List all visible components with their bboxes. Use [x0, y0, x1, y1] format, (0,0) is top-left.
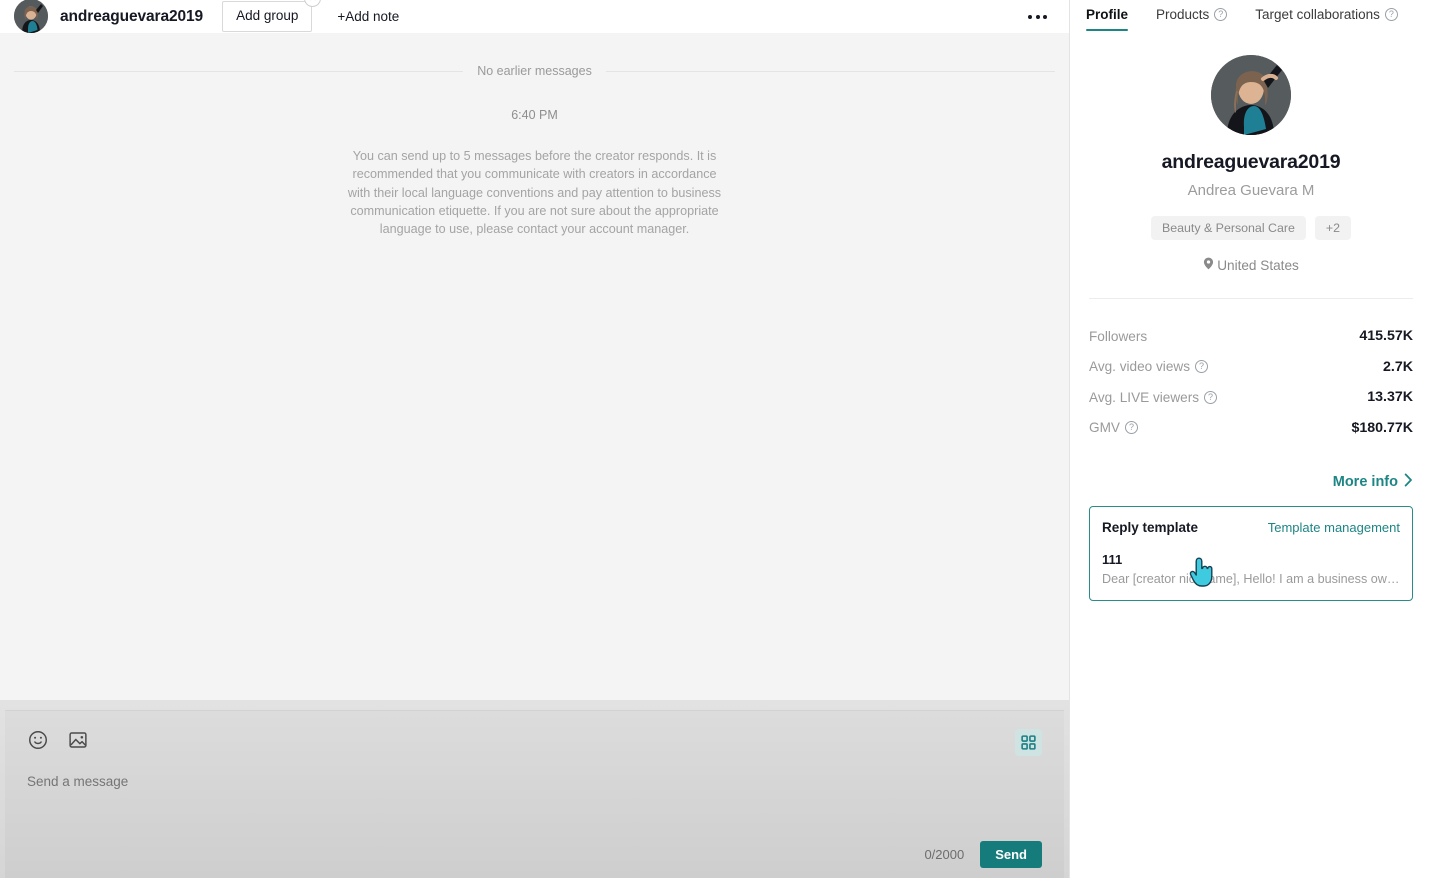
message-composer: 0/2000 Send	[5, 710, 1064, 878]
help-icon[interactable]: ?	[1195, 360, 1208, 374]
divider-label: No earlier messages	[477, 64, 592, 78]
chat-panel: andreaguevara2019 Add group ✕ +Add note …	[0, 0, 1070, 878]
help-icon[interactable]: ?	[1204, 390, 1218, 404]
reply-template-header: Reply template Template management	[1102, 520, 1400, 535]
profile-stats: Followers 415.57K Avg. video views ? 2.7…	[1089, 321, 1413, 443]
profile-username: andreaguevara2019	[1161, 151, 1341, 173]
chevron-right-icon	[1404, 473, 1413, 491]
message-input[interactable]	[27, 774, 1042, 789]
composer-zone: 0/2000 Send	[0, 700, 1069, 878]
tab-products[interactable]: Products ?	[1156, 7, 1228, 31]
stat-label-text: Avg. LIVE viewers	[1089, 389, 1200, 405]
profile-real-name: Andrea Guevara M	[1187, 182, 1315, 199]
profile-location-label: United States	[1217, 257, 1299, 273]
character-counter: 0/2000	[924, 847, 965, 862]
stat-label-text: Avg. video views	[1089, 359, 1190, 375]
composer-toolbar	[27, 729, 1042, 756]
tab-profile-label: Profile	[1086, 7, 1129, 22]
stat-label: Avg. video views ?	[1089, 359, 1208, 374]
reply-template-item-name: 111	[1102, 552, 1123, 567]
stat-row-avg-video-views: Avg. video views ? 2.7K	[1089, 352, 1413, 383]
reply-template-item-preview: Dear [creator nickname], Hello! I am a b…	[1102, 572, 1400, 586]
add-group-button[interactable]: Add group	[222, 1, 313, 32]
profile-location: United States	[1089, 257, 1413, 273]
stat-label: Avg. LIVE viewers ?	[1089, 389, 1218, 405]
message-timestamp: 6:40 PM	[511, 108, 558, 122]
avatar[interactable]	[14, 0, 48, 33]
add-note-button[interactable]: +Add note	[337, 9, 399, 24]
tag-category: Beauty & Personal Care	[1150, 216, 1306, 240]
tab-target-collaborations[interactable]: Target collaborations ?	[1255, 7, 1398, 31]
stat-label-text: Followers	[1089, 328, 1148, 344]
stat-row-followers: Followers 415.57K	[1089, 321, 1413, 352]
stat-value: 13.37K	[1367, 389, 1413, 406]
profile-tags: Beauty & Personal Care +2	[1089, 216, 1413, 240]
chat-header: andreaguevara2019 Add group ✕ +Add note	[0, 0, 1069, 33]
stat-row-gmv: GMV ? $180.77K	[1089, 413, 1413, 444]
more-horizontal-icon[interactable]	[1022, 7, 1053, 27]
help-icon[interactable]: ?	[1214, 8, 1228, 21]
tab-profile[interactable]: Profile	[1086, 7, 1129, 31]
stat-row-avg-live-viewers: Avg. LIVE viewers ? 13.37K	[1089, 382, 1413, 413]
more-info-label: More info	[1332, 474, 1398, 490]
help-icon[interactable]: ?	[1124, 421, 1138, 435]
reply-template-title: Reply template	[1102, 520, 1199, 535]
divider-line-left	[14, 70, 464, 72]
stat-value: 2.7K	[1383, 358, 1413, 375]
stat-label: Followers	[1089, 329, 1147, 344]
avatar	[1211, 55, 1291, 135]
help-icon[interactable]: ?	[1384, 8, 1398, 21]
message-list: No earlier messages 6:40 PM You can send…	[0, 33, 1069, 700]
reply-template-card[interactable]: Reply template Template management 111 D…	[1089, 506, 1413, 601]
grid-apps-icon[interactable]	[1015, 729, 1042, 756]
image-icon[interactable]	[67, 729, 89, 756]
composer-footer: 0/2000 Send	[924, 841, 1042, 868]
emoji-smiley-icon[interactable]	[27, 729, 49, 756]
tab-products-label: Products	[1156, 7, 1210, 22]
stat-value: 415.57K	[1359, 328, 1413, 345]
tag-overflow-count[interactable]: +2	[1314, 216, 1352, 240]
send-button[interactable]: Send	[980, 841, 1042, 868]
profile-panel: Profile Products ? Target collaborations…	[1070, 0, 1432, 878]
no-earlier-messages-divider: No earlier messages	[0, 64, 1069, 78]
stat-label-text: GMV	[1089, 420, 1120, 436]
profile-body: andreaguevara2019 Andrea Guevara M Beaut…	[1070, 55, 1432, 601]
app-root: andreaguevara2019 Add group ✕ +Add note …	[0, 0, 1432, 878]
chat-title: andreaguevara2019	[60, 7, 204, 25]
divider-line-right	[605, 70, 1056, 72]
profile-tabs: Profile Products ? Target collaborations…	[1070, 0, 1432, 34]
more-info-link[interactable]: More info	[1089, 473, 1413, 491]
tab-target-collaborations-label: Target collaborations	[1255, 7, 1380, 22]
stat-value: $180.77K	[1351, 419, 1413, 436]
add-group-control: Add group ✕	[222, 0, 322, 32]
template-management-link[interactable]: Template management	[1268, 520, 1400, 535]
location-pin-icon	[1203, 257, 1214, 273]
profile-divider	[1089, 298, 1413, 299]
system-notice: You can send up to 5 messages before the…	[347, 149, 722, 237]
stat-label: GMV ?	[1089, 420, 1138, 435]
